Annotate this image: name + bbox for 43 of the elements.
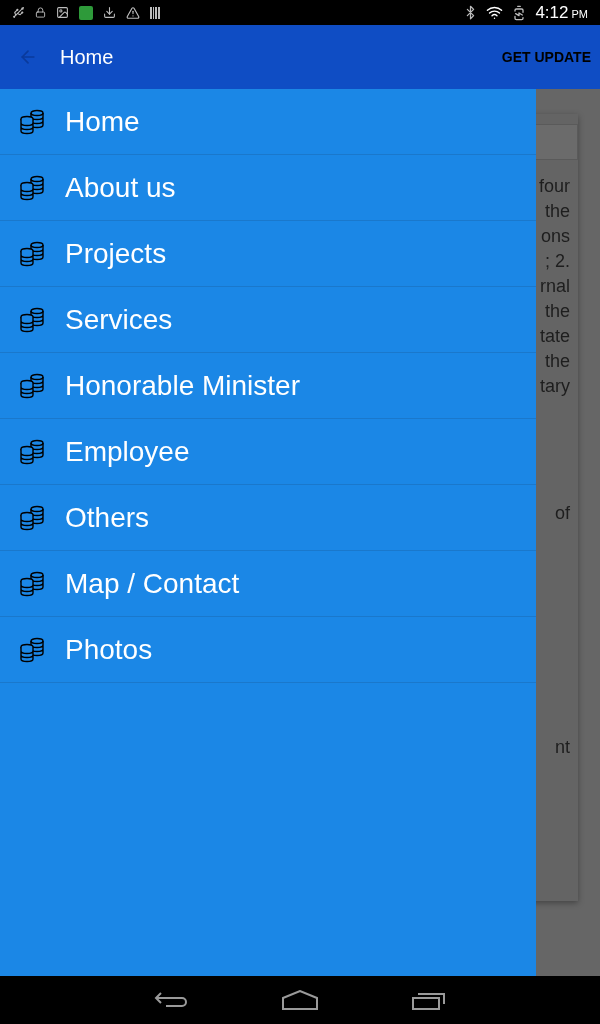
- home-icon[interactable]: [282, 990, 318, 1010]
- drawer-item[interactable]: Map / Contact: [0, 551, 536, 617]
- get-update-button[interactable]: GET UPDATE: [501, 46, 591, 68]
- coins-icon: [18, 174, 46, 201]
- drawer-item[interactable]: Projects: [0, 221, 536, 287]
- drawer-item[interactable]: Services: [0, 287, 536, 353]
- usb-icon: [12, 6, 25, 19]
- coins-icon: [18, 306, 46, 333]
- warning-icon: [126, 5, 140, 20]
- coins-icon: [18, 108, 46, 135]
- back-icon[interactable]: [154, 991, 188, 1009]
- drawer-item[interactable]: Employee: [0, 419, 536, 485]
- paragraph-text: of: [555, 502, 570, 525]
- paragraph-text: four: [538, 175, 570, 198]
- download-icon: [103, 6, 116, 19]
- lock-icon: [35, 7, 46, 18]
- coins-icon: [18, 372, 46, 399]
- drawer-item[interactable]: Home: [0, 89, 536, 155]
- app-bar-title: Home: [60, 45, 114, 70]
- wifi-icon: [486, 4, 504, 21]
- recent-apps-icon[interactable]: [412, 990, 446, 1010]
- paragraph-text: tate: [539, 325, 570, 348]
- coins-icon: [18, 504, 46, 531]
- coins-icon: [18, 240, 46, 267]
- barcode-icon: [150, 6, 160, 19]
- drawer-item[interactable]: About us: [0, 155, 536, 221]
- clock: 4:12 PM: [535, 4, 588, 21]
- coins-icon: [18, 636, 46, 663]
- paragraph-text: tary: [540, 375, 570, 398]
- app-notification-icon: [79, 5, 93, 20]
- paragraph-text: the: [544, 300, 570, 323]
- coins-icon: [18, 570, 46, 597]
- paragraph-text: ons: [540, 225, 570, 248]
- paragraph-text: ; 2.: [545, 250, 570, 273]
- paragraph-text: the: [544, 200, 570, 223]
- drawer-item[interactable]: Photos: [0, 617, 536, 683]
- drawer-item[interactable]: Others: [0, 485, 536, 551]
- drawer-item[interactable]: Honorable Minister: [0, 353, 536, 419]
- paragraph-text: rnal: [540, 275, 570, 298]
- paragraph-text: the: [544, 350, 570, 373]
- coins-icon: [18, 438, 46, 465]
- paragraph-text: nt: [555, 736, 570, 759]
- image-icon: [56, 6, 69, 19]
